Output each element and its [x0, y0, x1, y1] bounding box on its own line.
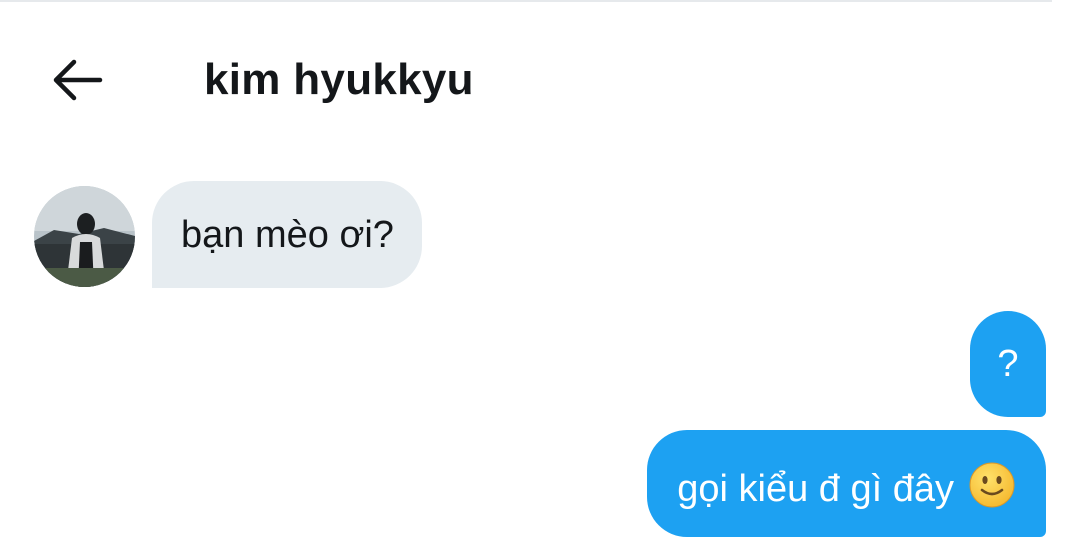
message-bubble-sent[interactable]: gọi kiểu đ gì đây [647, 430, 1046, 537]
arrow-left-icon [44, 50, 114, 110]
conversation-header: kim hyukkyu [0, 30, 1079, 130]
message-bubble-received[interactable]: bạn mèo ơi? [152, 181, 422, 288]
top-divider [0, 0, 1052, 2]
avatar[interactable] [34, 186, 135, 287]
message-bubble-sent[interactable]: ? [970, 311, 1046, 417]
message-text: gọi kiểu đ gì đây [677, 468, 954, 510]
conversation-title[interactable]: kim hyukkyu [204, 50, 474, 110]
back-button[interactable] [44, 50, 114, 110]
slightly-smiling-face-icon [968, 461, 1016, 509]
message-text: bạn mèo ơi? [181, 214, 394, 256]
message-text: ? [997, 343, 1019, 385]
